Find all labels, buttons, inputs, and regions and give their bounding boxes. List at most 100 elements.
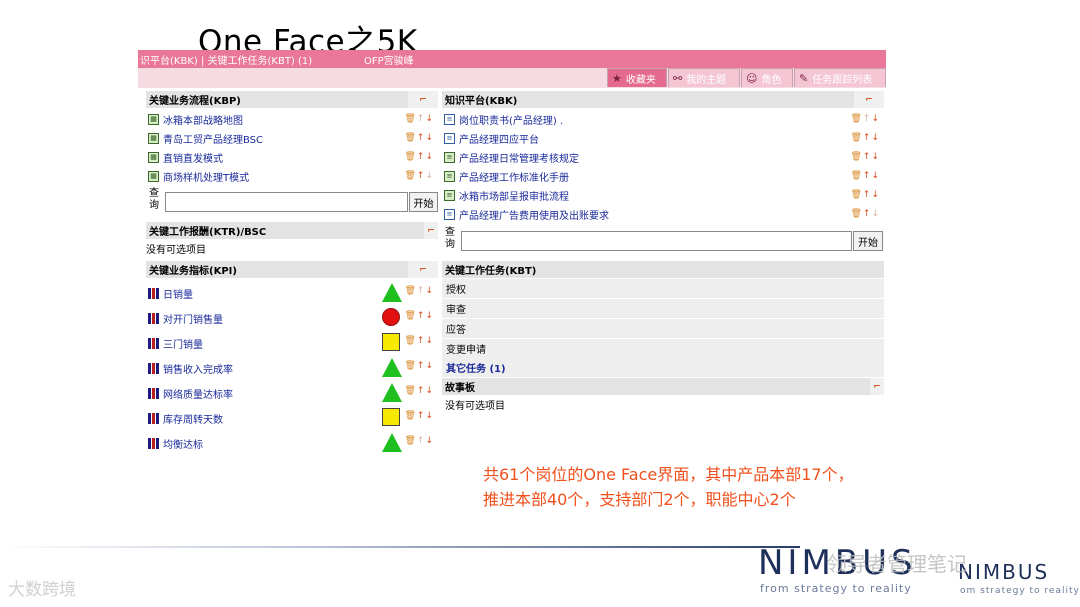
role-icon: ☺: [746, 71, 758, 85]
document-icon: ≡: [444, 152, 455, 163]
row-actions[interactable]: 🗑↑↓: [404, 133, 434, 143]
kbk-item[interactable]: ≡ 岗位职责书(产品经理) . 🗑↑↓: [442, 110, 884, 129]
row-actions[interactable]: 🗑↑↓: [404, 386, 434, 396]
caption-line: 推进本部40个，支持部门2个，职能中心2个: [483, 490, 796, 509]
kpi-item[interactable]: 对开门销售量 🗑↑↓: [146, 307, 438, 329]
document-icon: ≡: [444, 190, 455, 201]
kbk-item[interactable]: ≡ 冰箱市场部呈报审批流程 🗑↑↓: [442, 186, 884, 205]
row-actions[interactable]: 🗑↑↓: [850, 171, 880, 181]
task-icon: ✎: [799, 71, 809, 85]
kbk-item[interactable]: ≡ 产品经理工作标准化手册 🗑↑↓: [442, 167, 884, 186]
tab-task-tracking[interactable]: ✎ 任务跟踪列表: [794, 68, 886, 87]
kpi-item[interactable]: 日销量 🗑↑↓: [146, 282, 438, 304]
kpi-header: 关键业务指标(KPI) ⌐: [146, 261, 438, 278]
document-icon: ≡: [444, 114, 455, 125]
watermark-left: 大数跨境: [8, 580, 76, 600]
star-icon: ★: [612, 71, 622, 85]
ktr-empty: 没有可选项目: [146, 245, 206, 256]
kpi-menu-button[interactable]: ⌐: [408, 261, 438, 278]
chart-icon: [148, 362, 159, 374]
row-actions[interactable]: 🗑↑↓: [850, 114, 880, 124]
story-header: 故事板 ⌐: [442, 378, 884, 395]
document-icon: ≡: [444, 209, 455, 220]
kbk-item[interactable]: ≡ 产品经理日常管理考核规定 🗑↑↓: [442, 148, 884, 167]
chart-icon: [148, 437, 159, 449]
kbk-query-input[interactable]: [461, 231, 852, 251]
kpi-status-square: [382, 333, 400, 351]
tab-favorites[interactable]: ★ 收藏夹: [607, 68, 667, 87]
kpi-item[interactable]: 三门销量 🗑↑↓: [146, 332, 438, 354]
kpi-status-circle: [382, 308, 400, 326]
document-icon: ≡: [444, 133, 455, 144]
binoculars-icon: ⚯: [673, 71, 683, 85]
kpi-item[interactable]: 网络质量达标率 🗑↑↓: [146, 382, 438, 404]
kpi-status-square: [382, 408, 400, 426]
logo-tagline-repeat: om strategy to reality: [960, 586, 1080, 596]
chart-icon: [148, 412, 159, 424]
row-actions[interactable]: 🗑↑↓: [404, 361, 434, 371]
kbp-item[interactable]: ▦ 直销直发模式 🗑↑↓: [146, 148, 438, 167]
row-actions[interactable]: 🗑↑↓: [850, 209, 880, 219]
portal-topbar: 识平台(KBK) | 关键工作任务(KBT) (1) OFP宫骏峰: [138, 50, 886, 68]
row-actions[interactable]: 🗑↑↓: [850, 133, 880, 143]
kbk-query-label: 查询: [445, 227, 455, 250]
nimbus-logo-repeat: NIMBUS: [958, 560, 1050, 584]
kpi-status-triangle: [382, 433, 402, 452]
process-icon: ▦: [148, 171, 159, 182]
kbk-item[interactable]: ≡ 产品经理四应平台 🗑↑↓: [442, 129, 884, 148]
row-actions[interactable]: 🗑↑↓: [850, 190, 880, 200]
kbk-query-button[interactable]: 开始: [853, 231, 883, 251]
kbp-item[interactable]: ▦ 商场样机处理T模式 🗑↑↓: [146, 167, 438, 186]
kbp-item[interactable]: ▦ 冰箱本部战略地图 🗑↑↓: [146, 110, 438, 129]
kbp-item[interactable]: ▦ 青岛工贸产品经理BSC 🗑↑↓: [146, 129, 438, 148]
kpi-status-triangle: [382, 283, 402, 302]
kbp-query-input[interactable]: [165, 192, 408, 212]
kbp-header: 关键业务流程(KBP) ⌐: [146, 91, 438, 108]
ktr-header: 关键工作报酬(KTR)/BSC ⌐: [146, 222, 438, 239]
chart-icon: [148, 387, 159, 399]
kbt-item[interactable]: 变更申请: [442, 339, 884, 358]
kbt-item[interactable]: 应答: [442, 319, 884, 338]
tab-my-topics[interactable]: ⚯ 我的主题: [668, 68, 740, 87]
kbk-menu-button[interactable]: ⌐: [854, 91, 884, 108]
watermark: 领导者管理笔记: [827, 552, 967, 576]
kbp-menu-button[interactable]: ⌐: [408, 91, 438, 108]
row-actions[interactable]: 🗑↑↓: [404, 436, 434, 446]
kpi-item[interactable]: 销售收入完成率 🗑↑↓: [146, 357, 438, 379]
row-actions[interactable]: 🗑↑↓: [404, 336, 434, 346]
process-icon: ▦: [148, 152, 159, 163]
slide-caption: 共61个岗位的One Face界面，其中产品本部17个， 推进本部40个，支持部…: [483, 462, 953, 512]
row-actions[interactable]: 🗑↑↓: [404, 114, 434, 124]
document-icon: ≡: [444, 171, 455, 182]
row-actions[interactable]: 🗑↑↓: [850, 152, 880, 162]
user-name: OFP宫骏峰: [364, 56, 414, 67]
ktr-menu-button[interactable]: ⌐: [424, 222, 438, 239]
chart-icon: [148, 337, 159, 349]
row-actions[interactable]: 🗑↑↓: [404, 171, 434, 181]
row-actions[interactable]: 🗑↑↓: [404, 411, 434, 421]
kbt-item[interactable]: 审查: [442, 299, 884, 318]
kbk-item[interactable]: ≡ 产品经理广告费用使用及出账要求 🗑↑↓: [442, 205, 884, 224]
breadcrumb[interactable]: 识平台(KBK) | 关键工作任务(KBT) (1): [140, 52, 312, 67]
kbt-header: 关键工作任务(KBT): [442, 261, 884, 278]
tab-roles[interactable]: ☺ 角色: [741, 68, 793, 87]
process-icon: ▦: [148, 114, 159, 125]
row-actions[interactable]: 🗑↑↓: [404, 152, 434, 162]
story-menu-button[interactable]: ⌐: [870, 378, 884, 395]
kpi-item[interactable]: 均衡达标 🗑↑↓: [146, 432, 438, 454]
footer-rule: [0, 546, 800, 548]
kbp-query-button[interactable]: 开始: [409, 192, 438, 212]
chart-icon: [148, 312, 159, 324]
kbt-other-tasks-link[interactable]: 其它任务 (1): [442, 358, 884, 377]
kbt-item[interactable]: 授权: [442, 279, 884, 298]
row-actions[interactable]: 🗑↑↓: [404, 286, 434, 296]
caption-line: 共61个岗位的One Face界面，其中产品本部17个，: [483, 465, 854, 484]
kpi-item[interactable]: 库存周转天数 🗑↑↓: [146, 407, 438, 429]
kpi-status-triangle: [382, 383, 402, 402]
kbp-query-label: 查询: [149, 188, 159, 211]
process-icon: ▦: [148, 133, 159, 144]
chart-icon: [148, 287, 159, 299]
logo-tagline: from strategy to reality: [760, 582, 912, 595]
kbk-header: 知识平台(KBK) ⌐: [442, 91, 884, 108]
row-actions[interactable]: 🗑↑↓: [404, 311, 434, 321]
